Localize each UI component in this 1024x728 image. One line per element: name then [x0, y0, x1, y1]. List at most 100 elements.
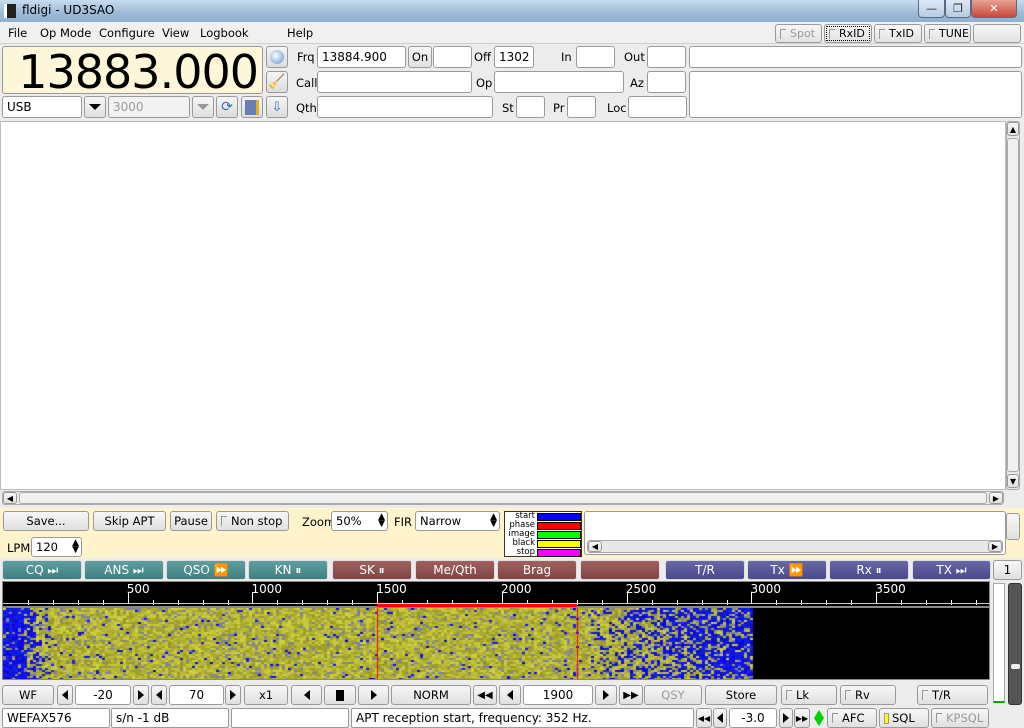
skip-apt-button[interactable]: Skip APT — [93, 511, 166, 531]
menu-help[interactable]: Help — [287, 26, 313, 40]
scroll-right-button[interactable]: ▶ — [988, 541, 1002, 552]
macro-button-8[interactable] — [580, 560, 660, 580]
squelch-decrement[interactable] — [713, 708, 727, 728]
on-button[interactable]: On — [408, 46, 432, 68]
loc-field[interactable] — [628, 96, 687, 118]
macro-button-3[interactable]: QSO ⏩ — [166, 560, 246, 580]
scroll-left-button[interactable]: ◀ — [3, 492, 17, 504]
menu-file[interactable]: File — [8, 26, 27, 40]
comment-field[interactable] — [689, 71, 1022, 118]
status-mode[interactable]: WEFAX576 — [2, 708, 110, 728]
save-button[interactable]: Save... — [3, 511, 89, 531]
bandwidth-dropdown-button[interactable] — [192, 96, 214, 118]
rx-horizontal-thumb[interactable] — [19, 492, 987, 504]
spot-toggle[interactable]: Spot — [775, 24, 822, 43]
refresh-button[interactable]: ⟳ — [216, 96, 238, 118]
squelch-slider-handle[interactable] — [1011, 664, 1020, 669]
lock-toggle[interactable]: Lk — [781, 685, 837, 705]
macro-button-2[interactable]: ANS ⏭ — [84, 560, 164, 580]
scroll-right-button[interactable]: ▶ — [989, 492, 1003, 504]
range-decrement[interactable] — [151, 685, 167, 705]
squelch-fast-decrement[interactable]: ◀◀ — [696, 708, 712, 728]
waterfall-display[interactable] — [2, 607, 990, 680]
macro-button-6[interactable]: Me/Qth — [415, 560, 495, 580]
macro-button-10[interactable]: Tx ⏩ — [747, 560, 827, 580]
macro-button-4[interactable]: KN ⏸ — [248, 560, 328, 580]
zoom-spinner[interactable]: 50% ▲ ▼ — [331, 511, 388, 531]
macro-button-11[interactable]: Rx ⏸ — [829, 560, 909, 580]
globe-button[interactable] — [266, 46, 288, 68]
call-field[interactable] — [317, 71, 472, 93]
maximize-button[interactable]: ❐ — [945, 0, 971, 18]
receive-text-area[interactable] — [0, 121, 1006, 490]
macro-button-12[interactable]: TX ⏭ — [912, 560, 991, 580]
rx-vertical-scrollbar[interactable]: ▲ ▼ — [1006, 121, 1020, 490]
wf-center-button[interactable] — [324, 685, 356, 705]
clear-button[interactable]: 🧹 — [266, 71, 288, 93]
non-stop-toggle[interactable]: Non stop — [216, 511, 289, 531]
range-increment[interactable] — [225, 685, 241, 705]
lpm-spinner[interactable]: 120 ▲ ▼ — [31, 537, 82, 557]
kpsql-toggle[interactable]: KPSQL — [931, 708, 989, 728]
squelch-slider[interactable] — [1008, 583, 1022, 705]
store-button[interactable]: Store — [705, 685, 777, 705]
macro-button-5[interactable]: SK ⏸ — [332, 560, 412, 580]
wefax-log-scrollbar[interactable]: ◀ ▶ — [587, 540, 1003, 553]
wf-right-button[interactable] — [358, 685, 389, 705]
rx-vertical-thumb[interactable] — [1007, 138, 1019, 472]
wf-zoom-button[interactable]: x1 — [244, 685, 288, 705]
in-field[interactable] — [576, 46, 615, 68]
carrier-fast-increment[interactable]: ▶▶ — [619, 685, 643, 705]
carrier-increment[interactable] — [595, 685, 617, 705]
carrier-decrement[interactable] — [499, 685, 521, 705]
wf-speed-button[interactable]: NORM — [391, 685, 471, 705]
carrier-fast-decrement[interactable]: ◀◀ — [473, 685, 497, 705]
ref-level-value[interactable]: -20 — [75, 685, 131, 705]
pause-button[interactable]: Pause — [170, 511, 212, 531]
out-field[interactable] — [647, 46, 686, 68]
squelch-increment[interactable] — [779, 708, 793, 728]
macro-set-button[interactable]: 1 — [993, 560, 1022, 580]
rx-horizontal-scrollbar[interactable]: ◀ ▶ — [2, 491, 1004, 505]
pr-field[interactable] — [567, 96, 596, 118]
notes-field[interactable] — [689, 46, 1022, 68]
wf-left-button[interactable] — [291, 685, 322, 705]
scroll-down-button[interactable]: ▼ — [1007, 474, 1019, 488]
wefax-log-area[interactable]: ◀ ▶ — [584, 511, 1006, 555]
scroll-up-button[interactable]: ▲ — [1007, 122, 1019, 136]
txid-toggle[interactable]: TxID — [874, 24, 922, 43]
mode-dropdown-button[interactable] — [84, 96, 106, 118]
waterfall-canvas[interactable] — [3, 608, 989, 679]
frq-field[interactable]: 13884.900 — [317, 46, 406, 68]
range-value[interactable]: 70 — [169, 685, 224, 705]
ref-level-decrement[interactable] — [57, 685, 73, 705]
save-log-button[interactable]: ⇩ — [266, 96, 288, 118]
on-field[interactable] — [433, 46, 472, 68]
menu-logbook[interactable]: Logbook — [200, 26, 249, 40]
op-field[interactable] — [494, 71, 624, 93]
afc-toggle[interactable]: AFC — [827, 708, 877, 728]
az-field[interactable] — [647, 71, 686, 93]
menu-configure[interactable]: Configure — [99, 26, 155, 40]
reverse-toggle[interactable]: Rv — [840, 685, 896, 705]
rxid-toggle[interactable]: RxID — [824, 24, 872, 43]
close-button[interactable]: ✕ — [971, 0, 1017, 18]
tune-toggle[interactable]: TUNE — [924, 24, 971, 43]
blank-toggle[interactable] — [973, 24, 1021, 43]
sql-toggle[interactable]: SQL — [879, 708, 929, 728]
off-field[interactable]: 1302 — [494, 46, 534, 68]
tr-toggle[interactable]: T/R — [917, 685, 988, 705]
frequency-scale[interactable]: 500 1000 1500 2000 2500 3000 3500 — [2, 581, 991, 607]
macro-button-1[interactable]: CQ ⏭ — [2, 560, 82, 580]
frequency-display[interactable]: 13883.000 — [2, 46, 263, 97]
wf-mode-button[interactable]: WF — [2, 685, 54, 705]
macro-button-7[interactable]: Brag — [497, 560, 577, 580]
scroll-left-button[interactable]: ◀ — [588, 541, 602, 552]
qsy-button[interactable]: QSY — [644, 685, 702, 705]
mode-select[interactable]: USB — [2, 96, 82, 118]
fir-select[interactable]: Narrow ▲ ▼ — [415, 511, 500, 531]
st-field[interactable] — [516, 96, 545, 118]
squelch-fast-increment[interactable]: ▶▶ — [794, 708, 810, 728]
bandwidth-select[interactable]: 3000 — [108, 96, 190, 118]
ref-level-increment[interactable] — [133, 685, 149, 705]
